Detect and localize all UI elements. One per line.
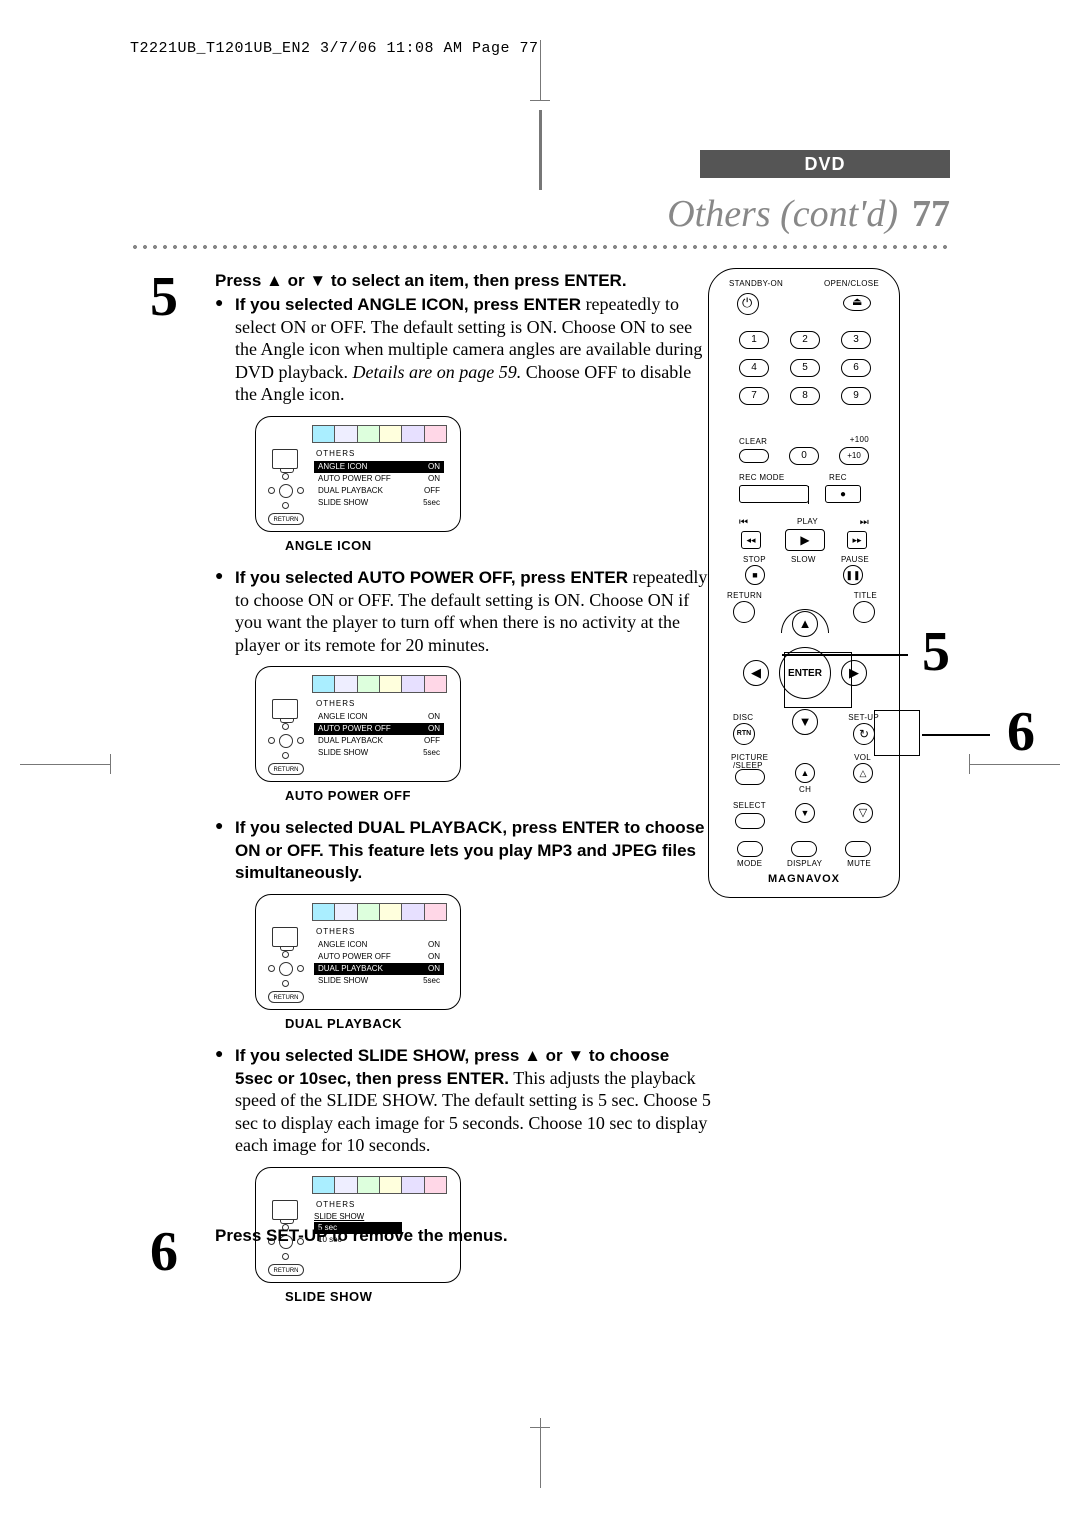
recmode-label: REC MODE bbox=[739, 473, 785, 482]
zero-button: 0 bbox=[789, 447, 819, 465]
play-label: PLAY bbox=[797, 517, 818, 526]
plus100-label: +100 bbox=[850, 435, 869, 444]
slide-show-screenshot: OTHERS RETURN SLIDE SHOW 5 sec 10 sec bbox=[255, 1167, 461, 1283]
stop-label: STOP bbox=[743, 555, 766, 564]
recmode-button bbox=[739, 485, 809, 503]
nav-icon bbox=[272, 727, 300, 755]
auto-power-screenshot: OTHERS RETURN ANGLE ICONON AUTO POWER OF… bbox=[255, 666, 461, 782]
callout-6: 6 bbox=[1007, 700, 1035, 764]
numpad: 123 456 789 bbox=[739, 331, 871, 415]
pause-button: ❚❚ bbox=[843, 565, 863, 585]
crop-mark-top bbox=[540, 40, 541, 100]
disc-button: RTN bbox=[733, 723, 755, 745]
tv-icon bbox=[272, 449, 298, 469]
title-label: TITLE bbox=[854, 591, 877, 600]
next-icon: ⏭ bbox=[860, 517, 869, 528]
page-title: Others (cont'd) 77 bbox=[667, 192, 950, 236]
pause-label: PAUSE bbox=[841, 555, 869, 564]
step-6-number: 6 bbox=[150, 1220, 178, 1284]
tv-icon bbox=[272, 699, 298, 719]
play-button: ▶ bbox=[785, 529, 825, 551]
power-icon bbox=[737, 293, 759, 315]
callout-5: 5 bbox=[922, 620, 950, 684]
disc-label: DISC bbox=[733, 713, 753, 722]
tv-icon bbox=[272, 927, 298, 947]
mute-label: MUTE bbox=[847, 859, 871, 868]
mode-button bbox=[737, 841, 763, 857]
remote-control-diagram: STANDBY-ON OPEN/CLOSE 123 456 789 CLEAR … bbox=[708, 268, 900, 898]
ch-label: CH bbox=[799, 785, 811, 794]
dual-playback-caption: DUAL PLAYBACK bbox=[285, 1016, 711, 1032]
down-button: ▼ bbox=[792, 709, 818, 735]
step-6-text: Press SET-UP to remove the menus. bbox=[215, 1226, 508, 1246]
return-label: RETURN bbox=[727, 591, 762, 600]
openclose-label: OPEN/CLOSE bbox=[824, 279, 879, 288]
left-button: ◀ bbox=[743, 660, 769, 686]
slow-label: SLOW bbox=[791, 555, 816, 564]
callout-6-line bbox=[922, 734, 990, 736]
dual-playback-head: If you selected DUAL PLAYBACK, press ENT… bbox=[235, 818, 705, 882]
page-number: 77 bbox=[912, 193, 950, 235]
auto-power-caption: AUTO POWER OFF bbox=[285, 788, 711, 804]
return-icon: RETURN bbox=[268, 991, 304, 1003]
rew-button: ◂◂ bbox=[741, 531, 761, 549]
angle-icon-head: If you selected ANGLE ICON, press ENTER bbox=[235, 295, 581, 314]
brand-label: MAGNAVOX bbox=[709, 873, 899, 885]
callout-5-line bbox=[782, 654, 908, 656]
divider-dots bbox=[130, 244, 950, 250]
angle-icon-screenshot: OTHERS RETURN ANGLE ICONON AUTO POWER OF… bbox=[255, 416, 461, 532]
clear-label: CLEAR bbox=[739, 437, 767, 446]
auto-power-head: If you selected AUTO POWER OFF, press EN… bbox=[235, 568, 628, 587]
vol-up-button: △ bbox=[853, 763, 873, 783]
rec-label: REC bbox=[829, 473, 847, 482]
nav-icon bbox=[272, 477, 300, 505]
picture-sleep-button bbox=[735, 769, 765, 785]
clear-button bbox=[739, 449, 769, 463]
page-title-text: Others (cont'd) bbox=[667, 193, 898, 235]
dual-playback-screenshot: OTHERS RETURN ANGLE ICONON AUTO POWER OF… bbox=[255, 894, 461, 1010]
crop-mark-left bbox=[20, 764, 110, 765]
crop-mark-right bbox=[970, 764, 1060, 765]
stop-button: ■ bbox=[745, 565, 765, 585]
prev-icon: ⏮ bbox=[739, 517, 748, 528]
return-icon: RETURN bbox=[268, 513, 304, 525]
step-5-number: 5 bbox=[150, 265, 178, 329]
nav-icon bbox=[272, 955, 300, 983]
vol-down-button: ▽ bbox=[853, 803, 873, 823]
setup-button: ↻ bbox=[853, 723, 875, 745]
return-icon: RETURN bbox=[268, 1264, 304, 1276]
plus10-button: +10 bbox=[839, 447, 869, 465]
tv-icon bbox=[272, 1200, 298, 1220]
ch-down-button: ▼ bbox=[795, 803, 815, 823]
standby-label: STANDBY-ON bbox=[729, 279, 783, 288]
eject-icon bbox=[843, 295, 871, 311]
rec-button bbox=[825, 485, 861, 503]
angle-icon-caption: ANGLE ICON bbox=[285, 538, 711, 554]
up-button: ▲ bbox=[792, 611, 818, 637]
step-5-lead: Press ▲ or ▼ to select an item, then pre… bbox=[215, 270, 711, 291]
vol-label: VOL bbox=[854, 753, 871, 762]
select-label: SELECT bbox=[733, 801, 766, 810]
mute-button bbox=[845, 841, 871, 857]
dvd-section-bar: DVD bbox=[700, 150, 950, 178]
select-button bbox=[735, 813, 765, 829]
angle-icon-body-ital: Details are on page 59. bbox=[352, 362, 521, 382]
display-label: DISPLAY bbox=[787, 859, 822, 868]
ffwd-button: ▸▸ bbox=[847, 531, 867, 549]
slide-show-caption: SLIDE SHOW bbox=[285, 1289, 711, 1305]
crop-mark-bottom bbox=[540, 1418, 541, 1488]
mini-others-label: OTHERS bbox=[316, 449, 355, 459]
callout-setup-box bbox=[874, 710, 920, 756]
ch-up-button: ▲ bbox=[795, 763, 815, 783]
display-button bbox=[791, 841, 817, 857]
mode-label: MODE bbox=[737, 859, 762, 868]
return-icon: RETURN bbox=[268, 763, 304, 775]
callout-enter-box bbox=[784, 652, 852, 708]
